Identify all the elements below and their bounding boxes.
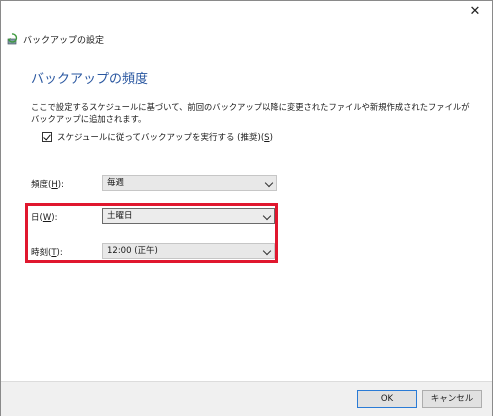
page-heading: バックアップの頻度 (31, 72, 149, 87)
day-select[interactable]: 土曜日 (102, 208, 275, 224)
ok-button[interactable]: OK (357, 390, 417, 408)
time-select[interactable]: 12:00 (正午) (102, 243, 275, 259)
backup-settings-dialog: ✕ バックアップの設定 バックアップの頻度 ここで設定するスケジュールに基づいて… (0, 0, 493, 416)
chevron-down-icon (264, 178, 274, 188)
schedule-checkbox-row[interactable]: スケジュールに従ってバックアップを実行する (推奨)(S) (42, 131, 273, 143)
close-button[interactable]: ✕ (468, 5, 482, 19)
backup-icon (7, 33, 19, 45)
frequency-label: 頻度(H): (31, 180, 64, 190)
chevron-down-icon (262, 246, 272, 256)
title-bar: バックアップの設定 (7, 32, 104, 46)
time-label: 時刻(T): (31, 248, 63, 258)
button-bar: OK キャンセル (1, 381, 492, 416)
day-label: 日(W): (31, 213, 58, 223)
window-title: バックアップの設定 (23, 35, 105, 46)
description-text: ここで設定するスケジュールに基づいて、前回のバックアップ以降に変更されたファイル… (31, 102, 470, 124)
chevron-down-icon (262, 211, 272, 221)
frequency-select[interactable]: 毎週 (102, 175, 277, 191)
schedule-checkbox[interactable] (42, 132, 52, 142)
schedule-checkbox-label: スケジュールに従ってバックアップを実行する (推奨)(S) (57, 133, 273, 143)
cancel-button[interactable]: キャンセル (422, 390, 482, 408)
